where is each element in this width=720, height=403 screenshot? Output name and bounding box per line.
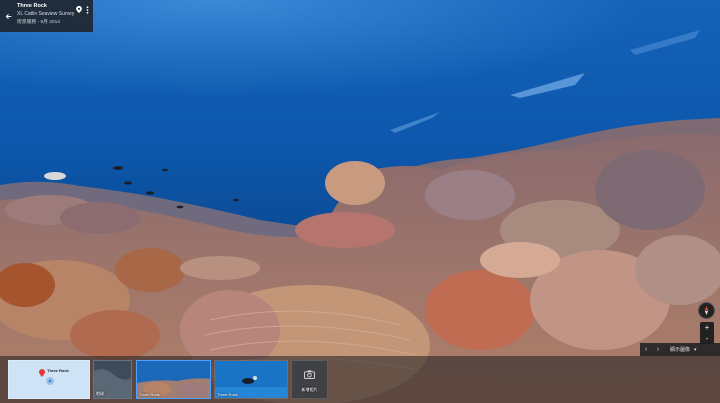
back-arrow-icon[interactable] [3,4,13,28]
map-pin-icon [39,364,45,382]
chevron-left-icon[interactable]: ‹ [640,346,652,353]
add-photo-tile[interactable]: 新增相片 [291,360,328,399]
panorama-thumbnail-selected[interactable]: Three Rock [136,360,211,399]
panorama-thumbnail-label: Three Rock [217,392,238,397]
chevron-right-icon[interactable]: › [652,346,664,353]
imagery-nav: ‹ › 顯示圖像 ▾ [640,343,720,356]
show-imagery-label[interactable]: 顯示圖像 [670,346,690,353]
location-title[interactable]: Three Rock [17,3,76,10]
map-thumbnail[interactable]: Three Rock [8,360,90,399]
zoom-control: + - [700,322,714,344]
more-vert-icon[interactable] [86,6,89,14]
add-photo-icon [304,366,315,384]
location-info-card: Three Rock XL Catlin Seaview Survey 街景服務… [0,0,93,32]
panorama-thumbnail-label: Three Rock [139,392,160,397]
satellite-thumbnail-label: 地球 [96,391,104,396]
satellite-thumbnail[interactable]: 地球 [93,360,132,399]
chevron-down-icon[interactable]: ▾ [694,347,697,353]
panorama-thumbnail[interactable]: Three Rock [214,360,288,399]
add-photo-label: 新增相片 [301,387,318,392]
location-subtitle[interactable]: XL Catlin Seaview Survey [17,11,76,17]
panorama-view[interactable] [0,0,720,403]
compass-icon[interactable] [698,302,715,319]
map-thumbnail-label: Three Rock [47,368,69,373]
location-pin-icon[interactable] [76,6,82,14]
zoom-out-button[interactable]: - [706,334,709,343]
zoom-in-button[interactable]: + [705,323,710,332]
capture-date: 街景服務 - 9月 2014 [17,20,60,26]
